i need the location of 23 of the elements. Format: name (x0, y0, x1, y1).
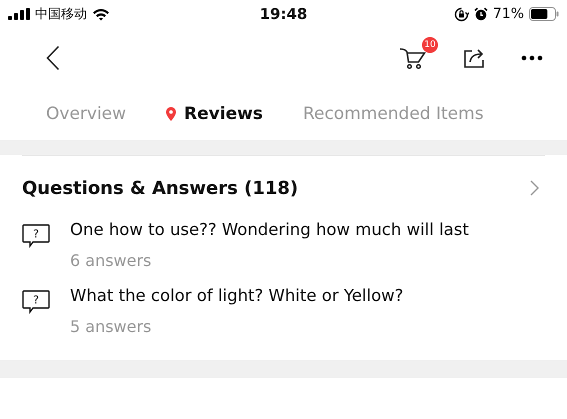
cart-count-badge: 10 (422, 37, 438, 53)
signal-icon (8, 8, 30, 20)
question-bubble-icon: ? (22, 290, 50, 314)
tab[interactable]: Reviews (156, 100, 273, 128)
more-icon[interactable] (521, 55, 543, 61)
battery-percent: 71% (492, 6, 524, 22)
section-title: Questions & Answers (118) (22, 178, 298, 198)
answer-count: 6 answers (70, 251, 152, 270)
question-text[interactable]: One how to use?? Wondering how much will last (70, 220, 469, 239)
rotation-lock-icon (454, 6, 469, 22)
cart-icon[interactable] (399, 46, 427, 70)
chevron-right-icon[interactable] (530, 180, 539, 196)
wifi-icon (92, 8, 110, 20)
back-icon[interactable] (46, 45, 60, 71)
share-icon[interactable] (463, 47, 485, 69)
carrier-name: 中国移动 (35, 6, 87, 23)
question-bubble-icon: ? (22, 224, 50, 248)
alarm-icon (474, 7, 488, 21)
clock-time: 19:48 (260, 5, 308, 23)
battery-icon (529, 7, 559, 21)
location-pin-icon (166, 107, 176, 121)
question-text[interactable]: What the color of light? White or Yellow? (70, 286, 404, 305)
answer-count: 5 answers (70, 317, 152, 336)
